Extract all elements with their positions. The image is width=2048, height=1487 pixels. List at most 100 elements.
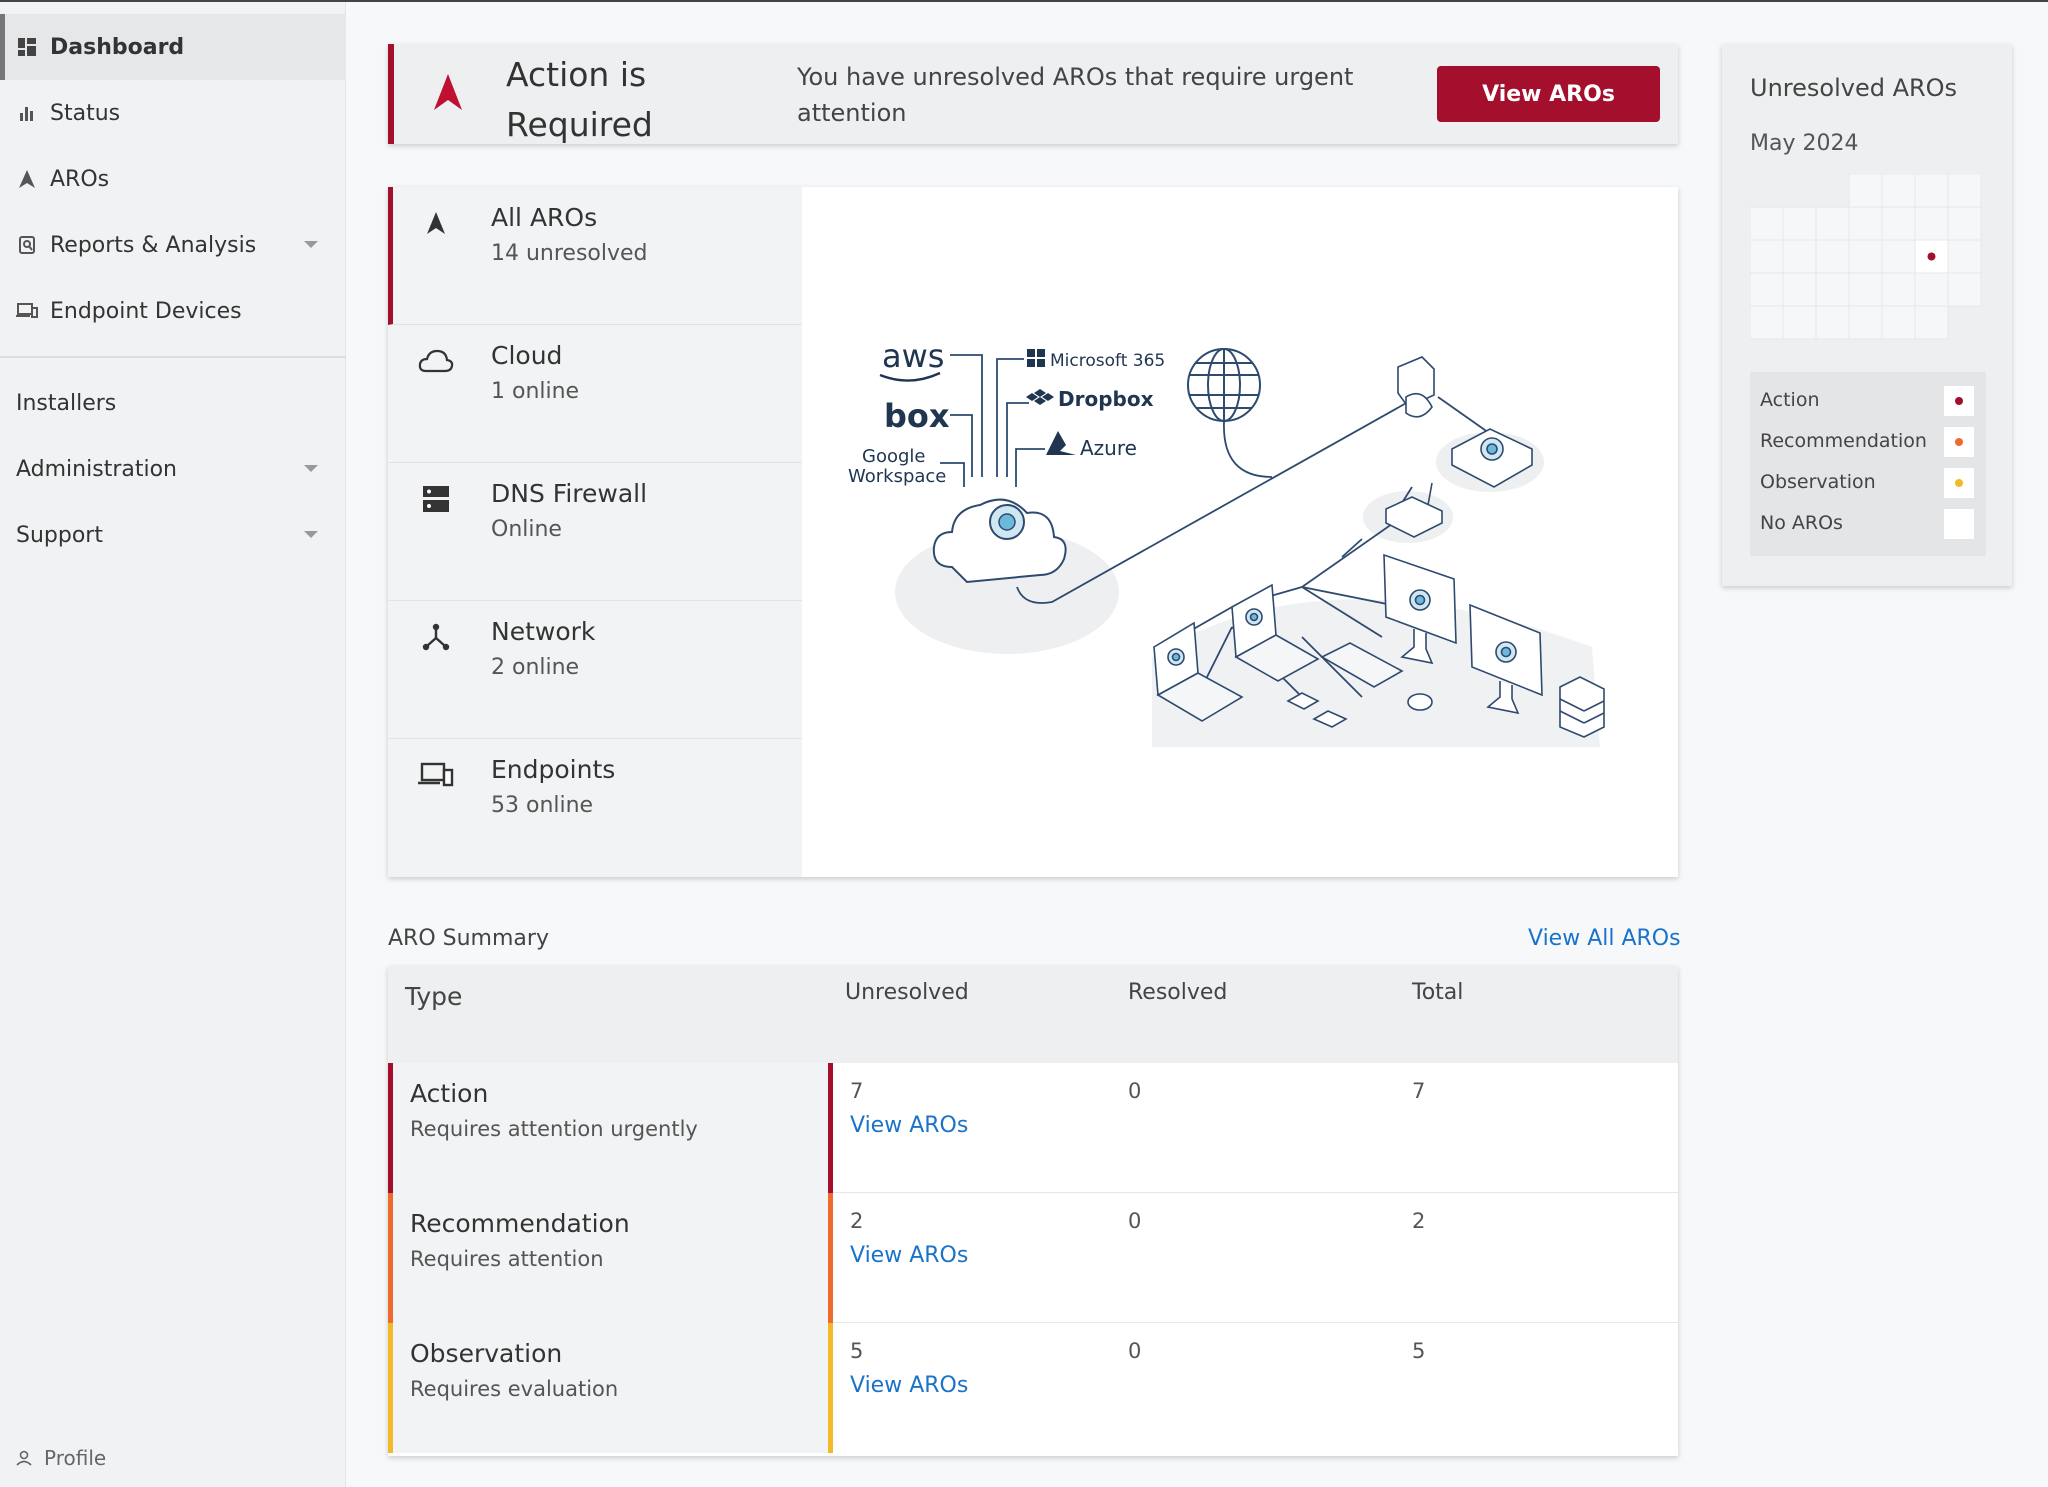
report-search-icon (16, 234, 38, 256)
bar-chart-icon (16, 102, 38, 124)
aro-arrow-icon (16, 168, 38, 190)
legend-item-action: Action (1750, 380, 1986, 420)
row-type-description: Requires attention (410, 1247, 604, 1271)
sidebar-item-installers[interactable]: Installers (0, 370, 346, 436)
row-view-aros-link[interactable]: View AROs (850, 1243, 968, 1268)
row-type-cell: Observation Requires evaluation (388, 1323, 828, 1453)
status-item-subtitle: Online (491, 517, 562, 542)
network-illustration: aws box Google Workspace Microsoft 365 D… (802, 187, 1678, 877)
view-aros-button[interactable]: View AROs (1437, 66, 1660, 122)
table-row: Action Requires attention urgently 7 Vie… (388, 1063, 1678, 1193)
row-view-aros-link[interactable]: View AROs (850, 1113, 968, 1138)
legend-item-recommendation: Recommendation (1750, 421, 1986, 461)
row-resolved-count: 0 (1128, 1209, 1142, 1233)
network-icon (418, 619, 454, 655)
aro-summary-table: Type Unresolved Resolved Total Action Re… (388, 966, 1678, 1456)
row-resolved-count: 0 (1128, 1079, 1142, 1103)
status-card: All AROs 14 unresolved Cloud 1 online DN… (388, 187, 1678, 877)
table-header: Type Unresolved Resolved Total (388, 966, 1678, 1063)
sidebar-item-label: Reports & Analysis (50, 232, 257, 258)
devices-icon (16, 300, 38, 322)
calendar-title: Unresolved AROs (1750, 74, 1958, 102)
calendar-heatmap (1750, 174, 1982, 340)
row-resolved-count: 0 (1128, 1339, 1142, 1363)
status-list: All AROs 14 unresolved Cloud 1 online DN… (388, 187, 802, 877)
row-type-name: Action (410, 1079, 489, 1108)
sidebar-item-support[interactable]: Support (0, 502, 346, 568)
server-icon (418, 481, 454, 517)
svg-text:Google: Google (862, 446, 925, 467)
status-item-title: All AROs (491, 203, 598, 232)
view-all-aros-link[interactable]: View All AROs (1528, 926, 1681, 951)
status-item-title: Network (491, 617, 596, 646)
sidebar: Dashboard Status AROs Reports & Analysis… (0, 2, 346, 1487)
table-row: Recommendation Requires attention 2 View… (388, 1193, 1678, 1323)
sidebar-item-label: Dashboard (50, 34, 185, 60)
aro-summary-title: ARO Summary (388, 926, 549, 951)
alert-title: Action is Required (506, 55, 653, 144)
status-item-dns-firewall[interactable]: DNS Firewall Online (388, 463, 802, 601)
status-item-cloud[interactable]: Cloud 1 online (388, 325, 802, 463)
calendar-legend: Action Recommendation Observation No ARO… (1750, 372, 1986, 556)
profile-link[interactable]: Profile (16, 1446, 106, 1470)
sidebar-divider (0, 356, 346, 358)
dashboard-icon (16, 36, 38, 58)
svg-text:Workspace: Workspace (848, 466, 946, 487)
sidebar-item-label: Status (50, 100, 121, 126)
status-item-all-aros[interactable]: All AROs 14 unresolved (388, 187, 802, 325)
sidebar-item-status[interactable]: Status (0, 80, 346, 146)
svg-text:Azure: Azure (1080, 436, 1137, 460)
row-total-count: 5 (1412, 1339, 1426, 1363)
legend-item-observation: Observation (1750, 462, 1986, 502)
chevron-down-icon (304, 465, 318, 472)
sidebar-item-reports[interactable]: Reports & Analysis (0, 212, 346, 278)
alert-message: You have unresolved AROs that require ur… (797, 63, 1354, 127)
sidebar-item-aros[interactable]: AROs (0, 146, 346, 212)
action-required-banner: Action is Required You have unresolved A… (388, 44, 1678, 144)
status-item-network[interactable]: Network 2 online (388, 601, 802, 739)
sidebar-item-endpoint-devices[interactable]: Endpoint Devices (0, 278, 346, 344)
devices-icon (418, 757, 454, 793)
svg-text:box: box (884, 397, 950, 435)
chevron-down-icon (304, 531, 318, 538)
status-item-title: Cloud (491, 341, 563, 370)
svg-text:aws: aws (882, 337, 944, 375)
row-type-name: Recommendation (410, 1209, 630, 1238)
sidebar-item-administration[interactable]: Administration (0, 436, 346, 502)
svg-text:Dropbox: Dropbox (1058, 387, 1154, 411)
status-item-title: DNS Firewall (491, 479, 648, 508)
column-header-total: Total (1412, 980, 1464, 1005)
cloud-icon (418, 343, 454, 379)
column-header-type: Type (405, 982, 463, 1011)
status-item-subtitle: 53 online (491, 793, 594, 818)
row-total-count: 2 (1412, 1209, 1426, 1233)
row-type-description: Requires attention urgently (410, 1117, 698, 1141)
unresolved-aros-card: Unresolved AROs May 2024 Action Recommen… (1722, 44, 2012, 586)
calendar-month: May 2024 (1750, 131, 1859, 156)
profile-label: Profile (44, 1446, 107, 1470)
status-item-endpoints[interactable]: Endpoints 53 online (388, 739, 802, 877)
sidebar-item-dashboard[interactable]: Dashboard (0, 14, 346, 80)
sidebar-item-label: Support (16, 522, 103, 548)
svg-text:Microsoft 365: Microsoft 365 (1050, 351, 1165, 371)
row-type-name: Observation (410, 1339, 563, 1368)
status-item-title: Endpoints (491, 755, 616, 784)
column-header-unresolved: Unresolved (845, 980, 969, 1005)
row-accent-bar (828, 1193, 833, 1323)
sidebar-item-label: Endpoint Devices (50, 298, 242, 324)
user-icon (16, 1450, 32, 1466)
aro-arrow-icon (418, 205, 454, 241)
row-type-description: Requires evaluation (410, 1377, 619, 1401)
row-unresolved-count: 7 (850, 1079, 864, 1103)
status-item-subtitle: 2 online (491, 655, 580, 680)
column-header-resolved: Resolved (1128, 980, 1228, 1005)
sidebar-item-label: Installers (16, 390, 117, 416)
table-row: Observation Requires evaluation 5 View A… (388, 1323, 1678, 1453)
row-view-aros-link[interactable]: View AROs (850, 1373, 968, 1398)
row-total-count: 7 (1412, 1079, 1426, 1103)
aro-arrow-icon (434, 74, 462, 114)
sidebar-item-label: Administration (16, 456, 177, 482)
row-type-cell: Action Requires attention urgently (388, 1063, 828, 1193)
row-type-cell: Recommendation Requires attention (388, 1193, 828, 1323)
calendar-action-dot (1927, 252, 1936, 261)
